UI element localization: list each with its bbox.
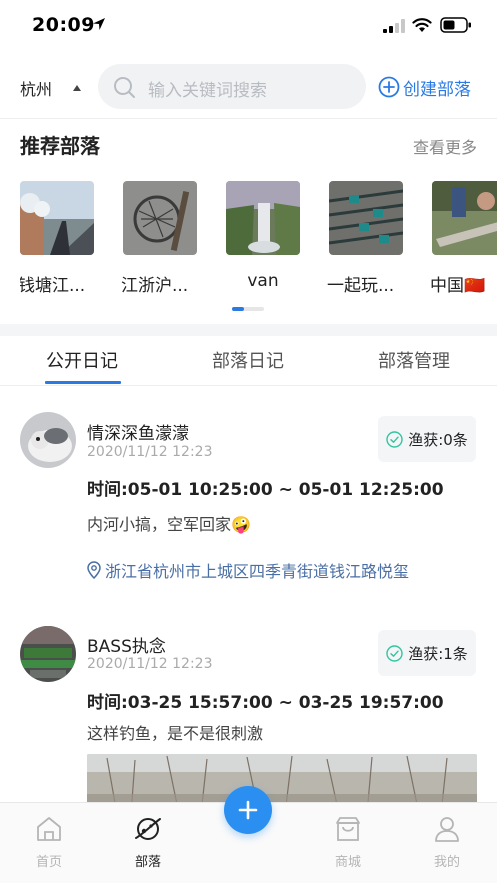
fishing-time-range: 时间:03-25 15:57:00 ~ 03-25 19:57:00 <box>87 693 444 713</box>
tribe-thumbnail <box>226 181 300 255</box>
search-input[interactable]: 输入关键词搜索 <box>148 76 267 101</box>
catch-count-badge: 渔获:0条 <box>378 416 476 462</box>
tribe-card[interactable]: 钱塘江... <box>20 181 94 296</box>
nav-profile[interactable]: 我的 <box>407 803 487 873</box>
avatar[interactable] <box>20 412 76 468</box>
nav-label: 商城 <box>334 855 361 870</box>
section-title: 推荐部落 <box>20 134 100 158</box>
wifi-icon <box>412 18 432 32</box>
city-selector[interactable]: 杭州 <box>20 76 52 100</box>
carousel-indicator <box>232 307 264 311</box>
recommended-tribes: 推荐部落 查看更多 钱塘江... 江浙沪... van 一起玩... 中国🇨🇳 <box>0 118 497 324</box>
post-date: 2020/11/12 12:23 <box>87 444 213 460</box>
tribe-name: 一起玩... <box>327 276 395 296</box>
plus-icon <box>238 800 258 820</box>
tribe-name: 中国🇨🇳 <box>430 276 486 296</box>
diary-post[interactable]: BASS执念 2020/11/12 12:23 渔获:1条 时间:03-25 1… <box>0 612 497 814</box>
post-text: 这样钓鱼，是不是很刺激 <box>87 724 264 743</box>
status-time: 20:09 <box>32 14 95 36</box>
tribe-thumbnail <box>20 181 94 255</box>
active-tab-indicator <box>45 381 121 384</box>
tribe-card[interactable]: 江浙沪... <box>121 181 197 296</box>
app-screen: 20:09 杭州 输入关键词搜索 创建部落 推荐部落 查看更多 钱塘江... 江… <box>0 0 497 883</box>
tribe-name: van <box>247 271 279 291</box>
nav-label: 部落 <box>134 855 161 870</box>
post-location[interactable]: 浙江省杭州市上城区四季青街道钱江路悦玺 <box>86 558 409 582</box>
post-username[interactable]: BASS执念 <box>87 632 166 657</box>
home-icon <box>37 817 61 841</box>
section-divider <box>0 324 497 336</box>
tribe-card[interactable]: 中国🇨🇳 <box>430 181 497 296</box>
battery-icon <box>440 17 471 33</box>
post-text: 内河小搞，空军回家🤪 <box>87 515 251 534</box>
tribe-card[interactable]: van <box>226 181 300 291</box>
catch-count-badge: 渔获:1条 <box>378 630 476 676</box>
tab-tribe-management[interactable]: 部落管理 <box>378 347 450 373</box>
tribe-name: 钱塘江... <box>20 276 86 296</box>
top-header: 杭州 输入关键词搜索 创建部落 <box>0 56 497 118</box>
tribe-name: 江浙沪... <box>121 276 189 296</box>
location-arrow-icon <box>93 18 105 30</box>
nav-label: 首页 <box>35 855 62 870</box>
post-date: 2020/11/12 12:23 <box>87 656 213 672</box>
cellular-signal-icon <box>383 19 405 33</box>
nav-label: 我的 <box>433 855 460 870</box>
carousel-indicator-active <box>232 307 244 311</box>
nav-tribe[interactable]: 部落 <box>108 803 188 873</box>
location-text: 浙江省杭州市上城区四季青街道钱江路悦玺 <box>105 562 410 581</box>
profile-icon <box>435 817 459 842</box>
add-post-button[interactable] <box>224 786 272 834</box>
status-bar: 20:09 <box>0 0 497 56</box>
check-circle-icon <box>386 430 403 448</box>
tribe-thumbnail <box>432 181 497 255</box>
caret-up-icon[interactable] <box>73 85 81 91</box>
shop-icon <box>336 817 360 841</box>
tribe-thumbnail <box>328 181 404 255</box>
create-tribe-label: 创建部落 <box>403 79 471 100</box>
check-circle-icon <box>386 644 403 662</box>
tribe-thumbnail <box>123 181 197 255</box>
plus-circle-icon <box>378 76 400 98</box>
planet-icon <box>135 818 161 840</box>
avatar[interactable] <box>20 626 76 682</box>
tab-tribe-diary[interactable]: 部落日记 <box>212 347 284 373</box>
post-username[interactable]: 情深深鱼濛濛 <box>87 419 189 444</box>
tab-public-diary[interactable]: 公开日记 <box>46 347 118 373</box>
nav-shop[interactable]: 商城 <box>308 803 388 873</box>
location-pin-icon <box>87 561 101 579</box>
fishing-time-range: 时间:05-01 10:25:00 ~ 05-01 12:25:00 <box>87 480 444 500</box>
catch-count-label: 渔获:1条 <box>408 644 468 663</box>
diary-post[interactable]: 情深深鱼濛濛 2020/11/12 12:23 渔获:0条 时间:05-01 1… <box>0 386 497 606</box>
nav-home[interactable]: 首页 <box>9 803 89 873</box>
search-icon <box>114 77 135 98</box>
catch-count-label: 渔获:0条 <box>408 430 468 449</box>
view-more-link[interactable]: 查看更多 <box>413 134 477 158</box>
search-bar[interactable]: 输入关键词搜索 <box>98 64 366 109</box>
create-tribe-button[interactable]: 创建部落 <box>378 74 471 100</box>
tribe-carousel[interactable]: 钱塘江... 江浙沪... van 一起玩... 中国🇨🇳 <box>20 181 497 301</box>
diary-tabs: 公开日记 部落日记 部落管理 <box>0 336 497 386</box>
tribe-card[interactable]: 一起玩... <box>327 181 404 296</box>
